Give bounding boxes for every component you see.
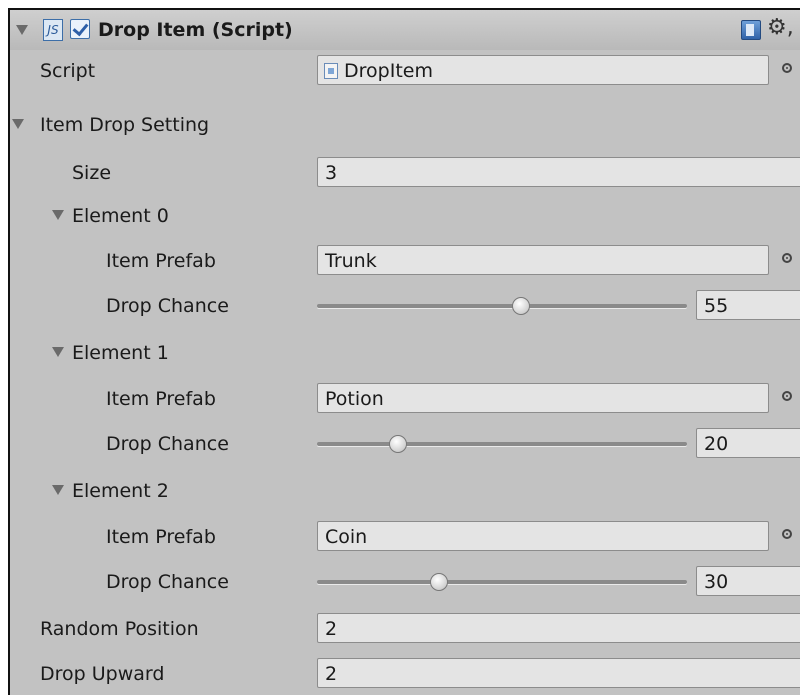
element-0-label: Element 0 (72, 205, 169, 227)
size-input[interactable]: 3 (317, 157, 800, 187)
element-2-prefab-row: Item Prefab Coin (10, 514, 800, 560)
script-row: Script DropItem (10, 48, 800, 94)
enabled-checkbox[interactable] (70, 19, 90, 39)
slider-thumb[interactable] (430, 573, 449, 591)
drop-chance-label: Drop Chance (106, 295, 229, 317)
slider-thumb[interactable] (389, 435, 408, 453)
element-2-chance-row: Drop Chance 30 (10, 559, 800, 605)
drop-upward-row: Drop Upward 2 (10, 651, 800, 695)
drop-chance-slider-track[interactable] (317, 297, 687, 315)
element-0-prefab-row: Item Prefab Trunk (10, 238, 800, 284)
component-title: Drop Item (Script) (98, 19, 293, 41)
js-badge-text: JS (47, 23, 59, 37)
drop-upward-label: Drop Upward (40, 663, 165, 685)
foldout-arrow-icon[interactable] (52, 485, 64, 495)
drop-chance-input[interactable]: 30 (696, 566, 800, 596)
element-1-label: Element 1 (72, 342, 169, 364)
script-label: Script (40, 60, 96, 82)
object-picker-icon[interactable] (782, 63, 792, 73)
foldout-arrow-icon[interactable] (52, 210, 64, 220)
component-header[interactable]: JS Drop Item (Script) ⚙, (10, 10, 800, 50)
item-prefab-field[interactable]: Coin (317, 521, 769, 551)
item-prefab-label: Item Prefab (106, 388, 216, 410)
script-field[interactable]: DropItem (317, 55, 769, 85)
object-picker-icon[interactable] (782, 253, 792, 263)
slider-thumb[interactable] (511, 297, 530, 315)
gear-icon[interactable]: ⚙, (767, 16, 794, 40)
item-prefab-field[interactable]: Potion (317, 383, 769, 413)
element-0-row[interactable]: Element 0 (10, 193, 800, 239)
drop-chance-input[interactable]: 55 (696, 290, 800, 320)
random-position-label: Random Position (40, 618, 199, 640)
js-script-icon: JS (43, 19, 63, 41)
element-2-label: Element 2 (72, 480, 169, 502)
item-drop-setting-label: Item Drop Setting (40, 114, 210, 136)
object-picker-icon[interactable] (782, 391, 792, 401)
element-2-row[interactable]: Element 2 (10, 468, 800, 514)
foldout-arrow-icon[interactable] (12, 119, 24, 129)
item-prefab-label: Item Prefab (106, 250, 216, 272)
random-position-row: Random Position 2 (10, 606, 800, 652)
script-field-value: DropItem (344, 60, 433, 82)
drop-upward-input[interactable]: 2 (317, 658, 800, 688)
item-prefab-field[interactable]: Trunk (317, 245, 769, 275)
drop-chance-label: Drop Chance (106, 433, 229, 455)
help-book-icon[interactable] (741, 20, 761, 40)
object-picker-icon[interactable] (782, 529, 792, 539)
drop-chance-slider-track[interactable] (317, 435, 687, 453)
element-1-chance-row: Drop Chance 20 (10, 421, 800, 467)
drop-chance-slider-track[interactable] (317, 573, 687, 591)
size-label: Size (72, 162, 112, 184)
random-position-input[interactable]: 2 (317, 613, 800, 643)
element-1-row[interactable]: Element 1 (10, 330, 800, 376)
item-drop-setting-row[interactable]: Item Drop Setting (10, 102, 800, 148)
size-row: Size 3 (10, 150, 800, 196)
foldout-arrow-icon[interactable] (52, 347, 64, 357)
drop-chance-label: Drop Chance (106, 571, 229, 593)
inspector-panel: JS Drop Item (Script) ⚙, Script DropItem… (8, 8, 800, 695)
foldout-arrow-icon[interactable] (16, 25, 28, 35)
script-file-icon (324, 63, 338, 79)
drop-chance-input[interactable]: 20 (696, 428, 800, 458)
element-0-chance-row: Drop Chance 55 (10, 283, 800, 329)
element-1-prefab-row: Item Prefab Potion (10, 376, 800, 422)
item-prefab-label: Item Prefab (106, 526, 216, 548)
